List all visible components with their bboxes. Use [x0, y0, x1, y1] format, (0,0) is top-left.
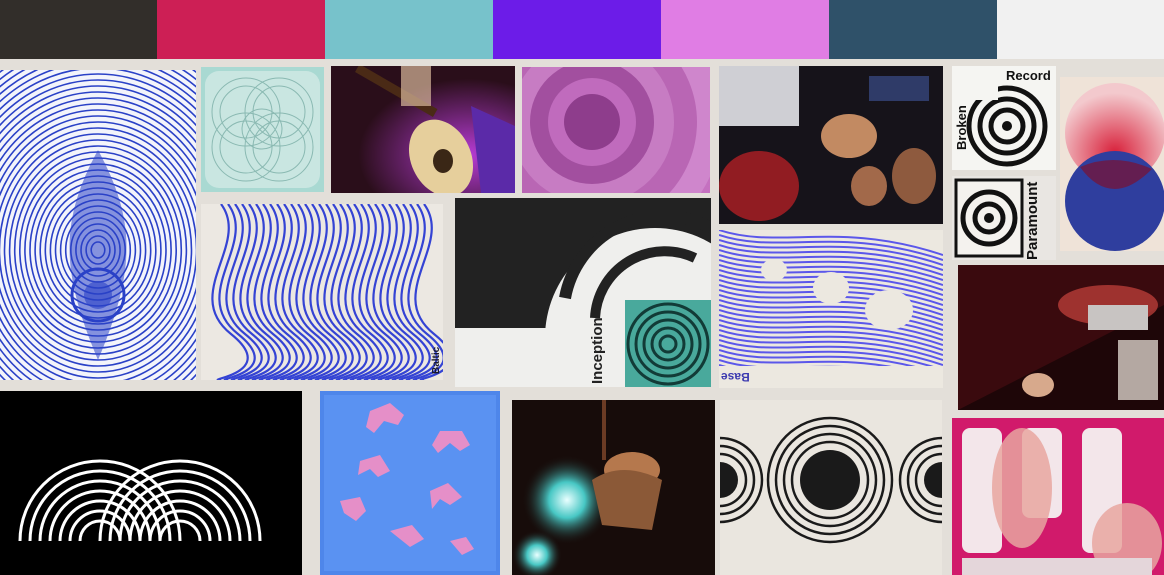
teal-ripple-graphic	[626, 302, 710, 386]
baltic-sea-graphic	[211, 204, 443, 380]
eye-opart-poster	[0, 70, 196, 380]
record-text: Record	[1006, 68, 1051, 83]
pink-concentric-graphic	[522, 67, 710, 193]
drummer-photo-graphic	[512, 400, 662, 575]
broken-text: Broken	[954, 105, 969, 150]
red-blue-circles-poster	[1060, 77, 1164, 251]
red-blue-circles-graphic	[1065, 83, 1164, 251]
palette-swatch-4	[493, 0, 661, 59]
pink-figures-graphic	[324, 395, 496, 571]
white-arches-graphic	[18, 459, 262, 542]
base-wave-poster: Base	[719, 230, 943, 388]
paramount-text: Paramount	[1024, 181, 1041, 260]
inception-text: Inception	[589, 317, 606, 384]
teal-ripple-poster	[625, 300, 711, 387]
pink-concentric-poster	[522, 67, 710, 193]
palette-swatch-1	[0, 0, 157, 59]
baltic-sea-poster: Baltic Sea	[201, 204, 443, 380]
eye-opart-graphic	[0, 70, 196, 380]
crowd-photo	[719, 66, 943, 224]
base-wave-graphic	[719, 230, 943, 388]
mint-circles-poster	[201, 67, 324, 192]
black-rings-poster	[720, 400, 942, 575]
palette-swatch-6	[829, 0, 997, 59]
black-rings-graphic	[720, 416, 942, 544]
crowd-photo-graphic	[719, 66, 936, 221]
magenta-hand-graphic	[952, 418, 1164, 575]
palette-swatch-2	[157, 0, 325, 59]
baltic-sea-text: Baltic Sea	[431, 346, 443, 374]
drummer-photo	[512, 400, 715, 575]
concert-stage-graphic	[958, 265, 1164, 410]
palette-swatch-3	[325, 0, 493, 59]
magenta-hand-poster	[952, 418, 1164, 575]
palette-swatch-7	[997, 0, 1164, 59]
broken-record-logo: Broken Record	[952, 66, 1056, 170]
concert-stage-photo	[958, 265, 1164, 410]
paramount-logo: Paramount	[952, 176, 1056, 260]
guitarist-photo-graphic	[331, 66, 515, 193]
guitarist-photo	[331, 66, 515, 193]
base-text: Base	[721, 370, 750, 384]
pink-figures-poster	[320, 391, 500, 575]
palette-swatch-5	[661, 0, 829, 59]
mint-circles-graphic	[205, 71, 320, 188]
white-arches-poster	[0, 391, 302, 575]
